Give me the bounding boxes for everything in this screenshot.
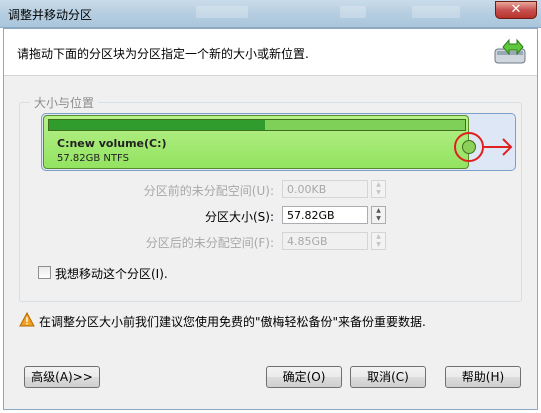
move-partition-label[interactable]: 我想移动这个分区(I). [55,265,168,282]
instruction-text: 请拖动下面的分区块为分区指定一个新的大小或新位置. [17,47,309,61]
window-title: 调整并移动分区 [8,8,93,22]
drag-right-arrow-icon [484,138,513,156]
title-bar: 调整并移动分区 ✕ [0,0,541,28]
partition-usage-fill [49,120,265,130]
background-window-ghost [412,6,460,18]
partition-name: C:new volume(C:) [57,137,167,150]
partition-size-label: 分区大小(S): [204,210,274,224]
close-button[interactable]: ✕ [495,1,537,19]
ok-button[interactable]: 确定(O) [266,366,342,388]
dialog-header: 请拖动下面的分区块为分区指定一个新的大小或新位置. [4,29,537,76]
move-partition-checkbox[interactable] [38,266,51,279]
group-legend: 大小与位置 [30,94,99,111]
partition-size-input[interactable] [282,206,368,224]
resize-handle[interactable] [462,140,476,154]
partition-size-text: 57.82GB NTFS [57,153,129,164]
resize-move-icon [494,38,526,64]
warning-icon [19,312,35,327]
help-button[interactable]: 帮助(H) [445,366,521,388]
free-after-input[interactable] [282,232,368,250]
backup-warning-text: 在调整分区大小前我们建议您使用免费的"傲梅轻松备份"来备份重要数据. [39,315,426,329]
free-before-input[interactable] [282,180,368,198]
free-after-spinner[interactable]: ▲ ▼ [371,232,386,250]
advanced-button[interactable]: 高级(A)>> [24,366,100,388]
dialog-body: 请拖动下面的分区块为分区指定一个新的大小或新位置. 大小与位置 C:new vo… [3,28,538,410]
cancel-button[interactable]: 取消(C) [350,366,426,388]
partition-size-spinner[interactable]: ▲ ▼ [371,206,386,224]
background-window-ghost [340,6,366,18]
background-window-ghost [196,6,248,18]
free-before-label: 分区前的未分配空间(U): [143,184,274,198]
free-after-label: 分区后的未分配空间(F): [145,236,274,250]
free-before-spinner[interactable]: ▲ ▼ [371,180,386,198]
